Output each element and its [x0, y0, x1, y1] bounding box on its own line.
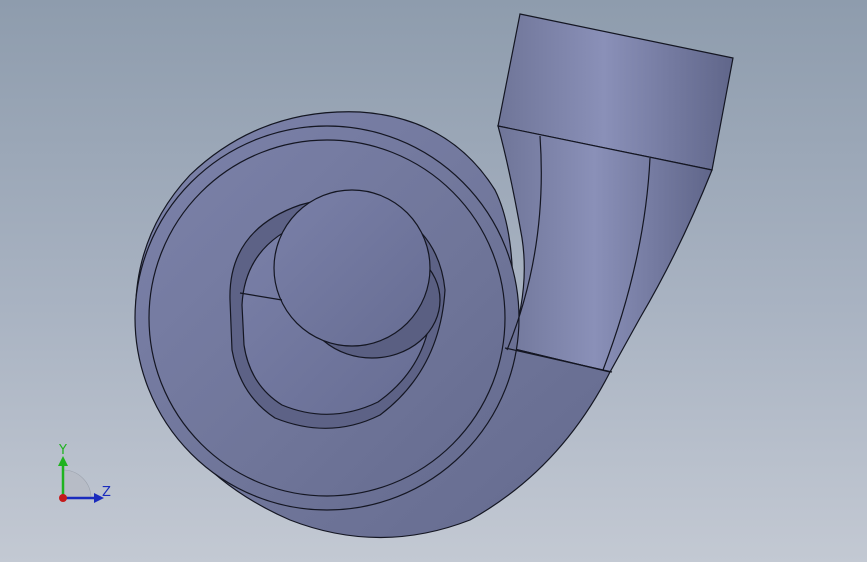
x-axis-dot-icon	[59, 494, 67, 502]
3d-viewport[interactable]	[0, 0, 867, 562]
z-axis-label: Z	[102, 485, 111, 500]
triad-quarter-disc	[62, 469, 92, 499]
volute-casing-model[interactable]	[134, 13, 734, 539]
y-axis-label: Y	[58, 443, 67, 458]
inlet-hub[interactable]	[273, 189, 431, 347]
outlet-transition[interactable]	[497, 125, 713, 373]
axis-triad: Y Z	[58, 443, 111, 503]
